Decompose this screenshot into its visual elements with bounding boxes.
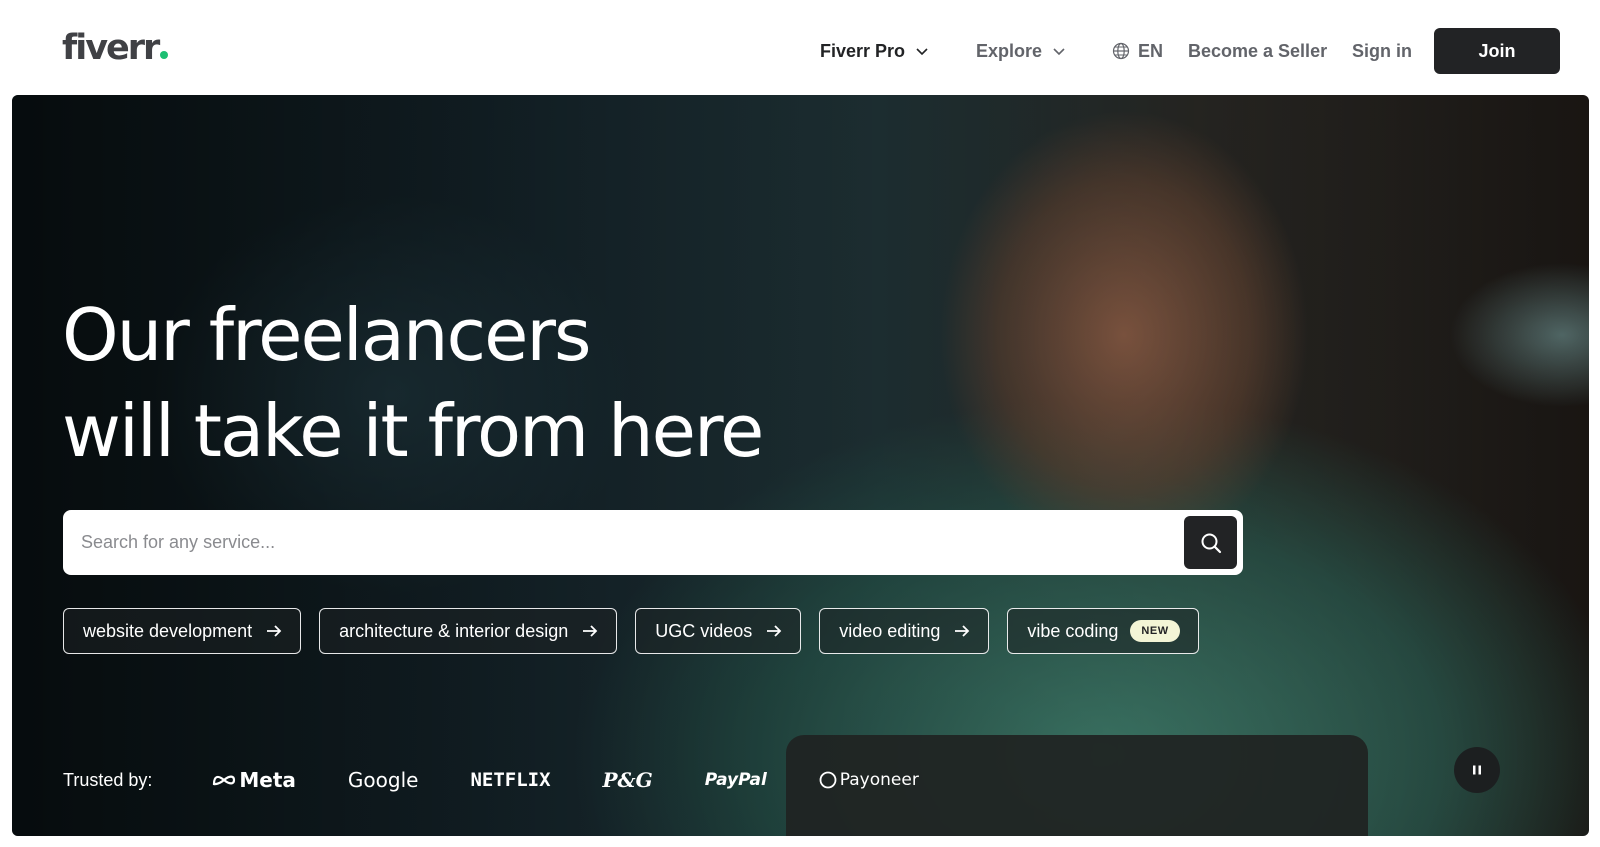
chip-label: architecture & interior design <box>339 620 569 641</box>
nav-language[interactable]: EN <box>1112 28 1163 74</box>
arrow-right-icon <box>267 625 282 637</box>
headline-line-2: will take it from here <box>62 389 764 473</box>
hero-section: Our freelancers will take it from here w… <box>12 95 1589 836</box>
payoneer-logo: Payoneer <box>819 770 919 790</box>
trusted-by-bar: Trusted by: Meta Google NETFLIX P&G PayP… <box>63 760 971 800</box>
nav-sign-in-label: Sign in <box>1352 40 1412 61</box>
chip-video-editing[interactable]: video editing <box>819 608 990 654</box>
payoneer-circle-icon <box>819 771 837 789</box>
chip-label: website development <box>83 620 253 641</box>
chip-label: vibe coding <box>1027 620 1119 641</box>
nav-become-seller-label: Become a Seller <box>1188 40 1328 61</box>
search-input[interactable] <box>81 510 1161 575</box>
nav-explore-label: Explore <box>976 40 1043 61</box>
logo-dot <box>160 51 169 59</box>
new-badge: NEW <box>1130 620 1180 642</box>
paypal-logo: PayPal <box>705 770 767 790</box>
chevron-down-icon <box>916 48 928 56</box>
search-icon <box>1201 533 1221 553</box>
search-button[interactable] <box>1184 516 1237 569</box>
nav-fiverr-pro[interactable]: Fiverr Pro <box>820 28 929 74</box>
payoneer-logo-text: Payoneer <box>839 770 919 790</box>
arrow-right-icon <box>583 625 598 637</box>
popular-services: website development architecture & inter… <box>63 608 1199 654</box>
google-logo-text: Google <box>347 768 419 792</box>
arrow-right-icon <box>767 625 782 637</box>
chip-label: UGC videos <box>655 620 753 641</box>
hero-headline: Our freelancers will take it from here <box>62 287 764 479</box>
chip-architecture-interior-design[interactable]: architecture & interior design <box>319 608 618 654</box>
google-logo: Google <box>348 768 419 792</box>
search-bar <box>63 510 1243 575</box>
pg-logo-text: P&G <box>602 768 653 792</box>
nav-sign-in[interactable]: Sign in <box>1352 28 1412 74</box>
arrow-right-icon <box>955 625 970 637</box>
netflix-logo: NETFLIX <box>470 769 550 791</box>
headline-line-1: Our freelancers <box>62 293 592 377</box>
trusted-by-label: Trusted by: <box>63 769 153 790</box>
meta-logo-text: Meta <box>239 768 296 792</box>
logo-text: fiverr <box>62 28 160 68</box>
nav-fiverr-pro-label: Fiverr Pro <box>820 40 906 61</box>
globe-icon <box>1112 42 1130 60</box>
pause-icon <box>1473 765 1481 775</box>
site-header: fiverr Fiverr Pro Explore EN Become a Se… <box>0 0 1600 95</box>
meta-infinity-icon <box>213 775 236 786</box>
chip-vibe-coding[interactable]: vibe coding NEW <box>1007 608 1199 654</box>
netflix-logo-text: NETFLIX <box>470 769 551 791</box>
video-pause-button[interactable] <box>1454 747 1500 793</box>
fiverr-logo[interactable]: fiverr <box>62 28 169 68</box>
join-button[interactable]: Join <box>1434 28 1560 74</box>
meta-logo: Meta <box>212 768 296 792</box>
nav-explore[interactable]: Explore <box>976 28 1066 74</box>
pg-logo: P&G <box>603 768 653 792</box>
chip-ugc-videos[interactable]: UGC videos <box>635 608 802 654</box>
nav-become-seller[interactable]: Become a Seller <box>1188 28 1327 74</box>
nav-language-label: EN <box>1138 40 1164 61</box>
chevron-down-icon <box>1053 48 1065 56</box>
chip-label: video editing <box>839 620 941 641</box>
paypal-logo-text: PayPal <box>704 770 767 790</box>
chip-website-development[interactable]: website development <box>63 608 302 654</box>
